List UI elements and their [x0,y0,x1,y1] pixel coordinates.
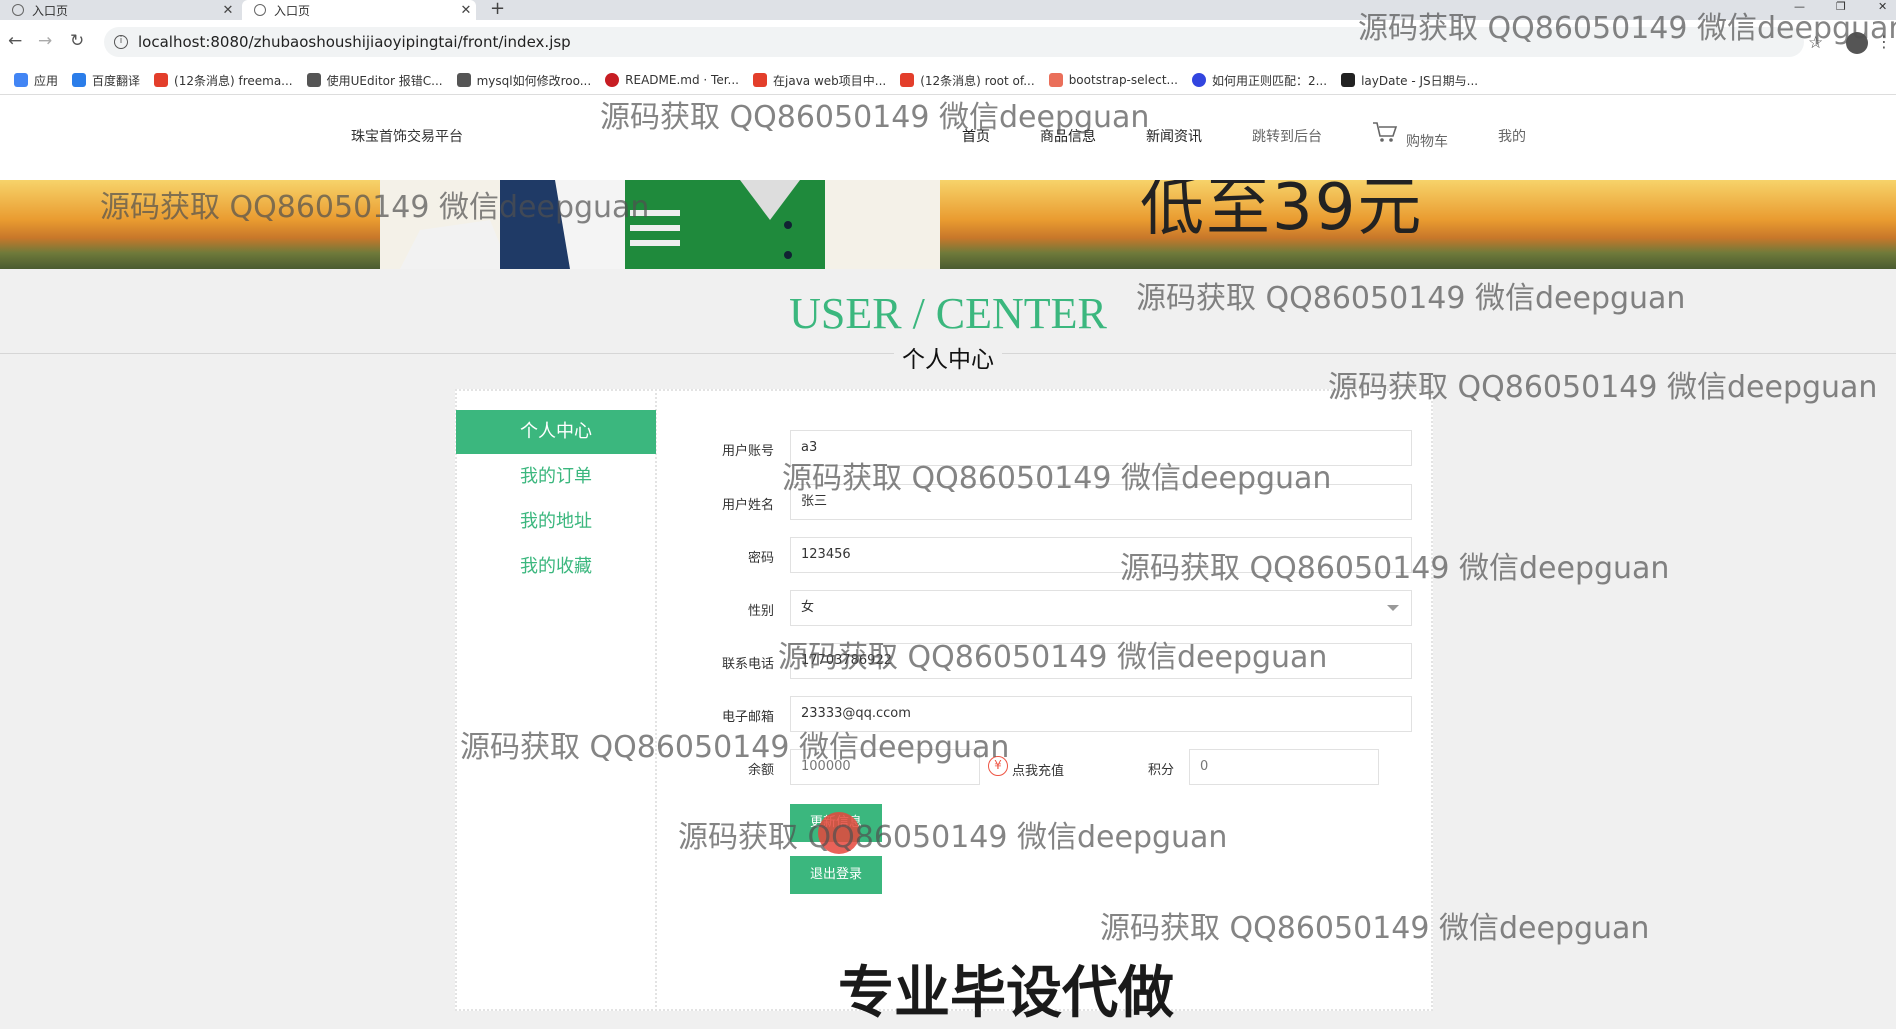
click-indicator [818,812,860,854]
url-field[interactable]: i localhost:8080/zhubaoshoushijiaoyiping… [104,27,1804,57]
password-field[interactable]: 123456 [790,537,1412,573]
bookmark-item[interactable]: 百度翻译 [72,72,140,89]
browser-tab-active[interactable]: 入口页 ✕ [242,0,476,20]
user-center-subtitle-wrap: 个人中心 [0,340,1896,374]
nav-news[interactable]: 新闻资讯 [1146,126,1202,146]
bookmark-star-icon[interactable]: ☆ [1808,33,1823,53]
browser-tab[interactable]: 入口页 ✕ [0,0,238,20]
menu-icon[interactable]: ⋮ [1876,32,1892,51]
nav-admin[interactable]: 跳转到后台 [1252,126,1322,146]
promo-caption: 专业毕设代做 [838,961,1174,1026]
logout-button[interactable]: 退出登录 [790,856,882,894]
account-label: 用户账号 [721,444,774,459]
bookmark-label: 应用 [34,73,59,88]
nav-cart[interactable]: 购物车 [1406,131,1448,151]
minimize-icon[interactable]: — [1794,0,1805,14]
gitee-icon [605,73,620,87]
window-close-icon[interactable]: ✕ [1878,0,1887,14]
bookmark-label: 使用UEditor 报错C... [326,73,443,88]
bookmark-label: README.md · Ter... [625,73,739,87]
baidu-translate-icon [72,73,87,87]
close-icon[interactable]: ✕ [218,3,238,18]
gender-value: 女 [801,600,815,615]
reload-icon[interactable]: ↻ [70,31,84,51]
bookmarks-bar: 应用 百度翻译 (12条消息) freema... 使用UEditor 报错C.… [0,66,1896,95]
info-icon[interactable]: i [114,35,128,49]
bookmark-item[interactable]: 使用UEditor 报错C... [306,72,443,89]
laydate-icon [1341,73,1356,87]
bookmark-item[interactable]: 应用 [14,72,58,89]
tab-title: 入口页 [32,3,69,18]
bookmark-label: 如何用正则匹配：2... [1211,73,1328,88]
user-center-title: USER / CENTER [789,289,1107,338]
site-header: 珠宝首饰交易平台 首页 商品信息 新闻资讯 跳转到后台 购物车 我的 [0,95,1896,180]
back-icon[interactable]: ← [8,31,22,51]
bookmark-label: (12条消息) root of... [920,73,1035,88]
yuan-coin-icon[interactable]: ¥ [988,756,1008,776]
account-icon[interactable] [1846,32,1868,54]
csdn-icon [900,73,915,87]
bookmark-item[interactable]: 如何用正则匹配：2... [1191,72,1328,89]
forward-icon[interactable]: → [38,31,52,51]
jianshu-icon [1048,73,1063,87]
phone-label: 联系电话 [721,657,774,672]
bookmark-item[interactable]: README.md · Ter... [605,73,739,87]
bookmark-label: (12条消息) freema... [174,73,293,88]
gender-label: 性别 [747,604,774,619]
nav-home[interactable]: 首页 [962,126,990,146]
user-center-subtitle: 个人中心 [894,340,1002,374]
sidebar-item-profile[interactable]: 个人中心 [456,410,656,454]
csdn-icon [753,73,767,87]
chevron-down-icon [1387,605,1399,611]
bookmark-item[interactable]: (12条消息) root of... [900,72,1035,89]
nav-products[interactable]: 商品信息 [1040,126,1096,146]
email-field[interactable]: 23333@qq.ccom [790,696,1412,732]
promo-banner[interactable]: 低至39元 [0,180,1896,269]
apps-grid-icon [14,73,28,87]
bookmark-label: mysql如何修改roo... [476,73,592,88]
gender-select[interactable]: 女 [790,590,1412,626]
email-label: 电子邮箱 [721,710,774,725]
close-icon[interactable]: ✕ [456,3,476,18]
bookmark-item[interactable]: mysql如何修改roo... [456,72,592,89]
bookmark-item[interactable]: layDate - JS日期与... [1341,72,1478,89]
bookmark-item[interactable]: bootstrap-select... [1048,73,1178,87]
nav-mine[interactable]: 我的 [1498,126,1526,146]
bookmark-label: 百度翻译 [92,73,141,88]
sidebar-item-favorites[interactable]: 我的收藏 [456,545,656,589]
bookmark-label: 在java web项目中... [773,73,887,88]
banner-models-image [380,180,940,269]
sidebar-item-orders[interactable]: 我的订单 [456,455,656,499]
csdn-icon [154,73,169,87]
globe-icon [12,4,24,16]
cart-icon[interactable] [1372,121,1398,143]
points-field: 0 [1189,749,1379,785]
mysql-icon [456,73,471,87]
baidu-paw-icon [1191,73,1206,87]
browser-tab-bar: 入口页 ✕ 入口页 ✕ + — ❐ ✕ [0,0,1896,20]
restore-icon[interactable]: ❐ [1836,0,1846,14]
bookmark-label: bootstrap-select... [1068,73,1178,87]
name-field[interactable]: 张三 [790,484,1412,520]
points-label: 积分 [1147,763,1174,778]
tab-title: 入口页 [274,3,311,18]
account-field[interactable]: a3 [790,430,1412,466]
bookmark-label: layDate - JS日期与... [1361,73,1479,88]
new-tab-button[interactable]: + [490,0,505,20]
address-bar: ← → ↻ i localhost:8080/zhubaoshoushijiao… [0,20,1896,66]
balance-field: 100000 [790,749,980,785]
bookmark-item[interactable]: 在java web项目中... [753,72,886,89]
globe-icon [254,4,266,16]
sidebar-item-address[interactable]: 我的地址 [456,500,656,544]
site-brand[interactable]: 珠宝首饰交易平台 [351,126,463,146]
balance-label: 余额 [747,763,774,778]
banner-promo-text: 低至39元 [1140,180,1424,245]
ueditor-icon [306,73,321,87]
url-text: localhost:8080/zhubaoshoushijiaoyipingta… [138,33,571,51]
bookmark-item[interactable]: (12条消息) freema... [154,72,293,89]
name-label: 用户姓名 [721,498,774,513]
phone-field[interactable]: 17703786922 [790,643,1412,679]
password-label: 密码 [747,551,774,566]
